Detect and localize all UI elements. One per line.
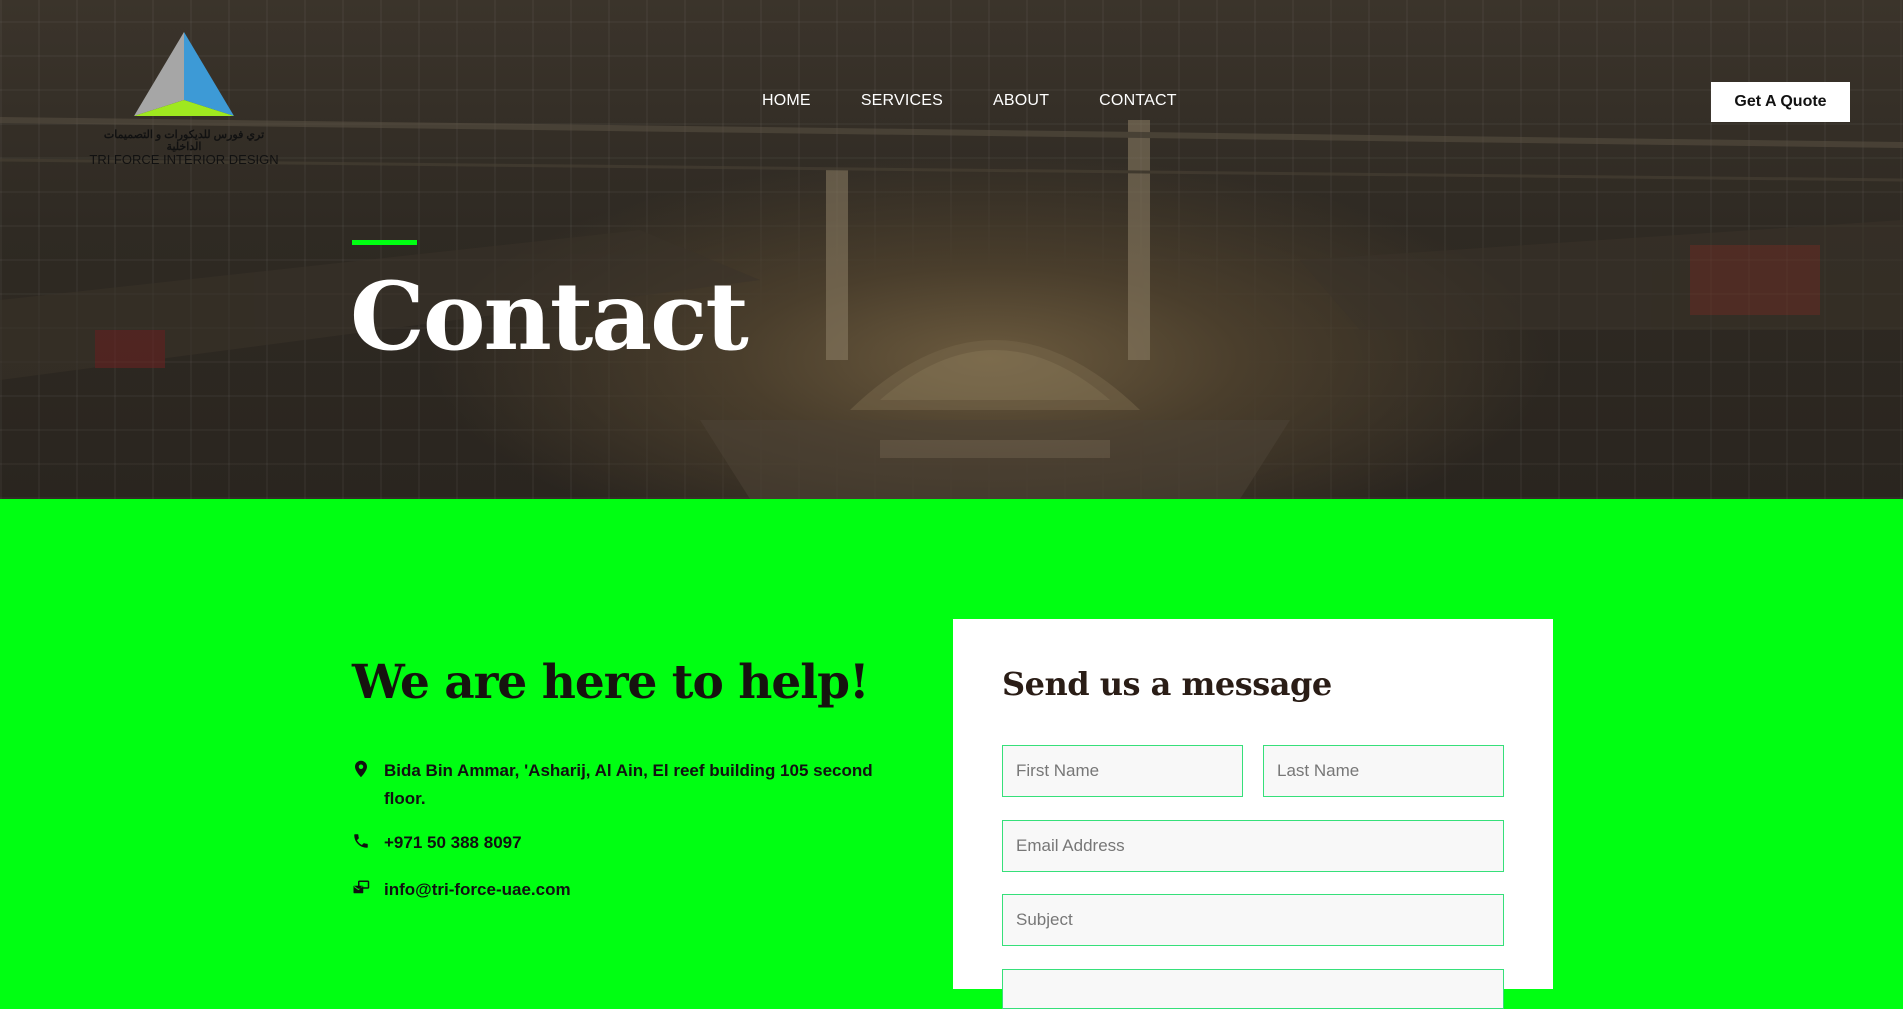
contact-heading: We are here to help! bbox=[352, 655, 870, 710]
message-textarea[interactable] bbox=[1002, 969, 1504, 1009]
subject-input[interactable] bbox=[1002, 894, 1504, 946]
phone-row: +971 50 388 8097 bbox=[352, 829, 894, 857]
nav-item-services[interactable]: SERVICES bbox=[861, 92, 943, 110]
email-input[interactable] bbox=[1002, 820, 1504, 872]
nav-item-home[interactable]: HOME bbox=[762, 92, 811, 110]
email-row: info@tri-force-uae.com bbox=[352, 876, 894, 904]
phone-icon bbox=[354, 834, 368, 848]
address-text: Bida Bin Ammar, 'Asharij, Al Ain, El ree… bbox=[384, 761, 873, 808]
get-a-quote-button[interactable]: Get A Quote bbox=[1711, 82, 1850, 122]
form-title: Send us a message bbox=[1002, 665, 1332, 703]
title-accent-line bbox=[352, 240, 417, 245]
logo-tagline: تري فورس للديكورات و التصميمات الداخلية … bbox=[86, 129, 282, 168]
contact-form-card: Send us a message bbox=[953, 619, 1553, 1009]
logo-company-name: TRI FORCE INTERIOR DESIGN bbox=[89, 152, 279, 168]
phone-text[interactable]: +971 50 388 8097 bbox=[384, 829, 894, 857]
location-pin-icon bbox=[355, 760, 367, 778]
email-icon bbox=[353, 880, 370, 894]
nav-item-contact[interactable]: CONTACT bbox=[1099, 92, 1177, 110]
triangle-logo-icon bbox=[134, 32, 234, 116]
page-title: Contact bbox=[350, 262, 749, 372]
logo-arabic-text: تري فورس للديكورات و التصميمات الداخلية bbox=[103, 129, 265, 153]
hero-banner: تري فورس للديكورات و التصميمات الداخلية … bbox=[0, 0, 1903, 499]
main-nav: HOME SERVICES ABOUT CONTACT bbox=[762, 92, 1227, 110]
brand-logo[interactable]: تري فورس للديكورات و التصميمات الداخلية … bbox=[86, 30, 282, 166]
email-text[interactable]: info@tri-force-uae.com bbox=[384, 876, 894, 904]
first-name-input[interactable] bbox=[1002, 745, 1243, 797]
address-row: Bida Bin Ammar, 'Asharij, Al Ain, El ree… bbox=[352, 757, 894, 813]
hero-background-image bbox=[0, 117, 1903, 499]
nav-item-about[interactable]: ABOUT bbox=[993, 92, 1049, 110]
last-name-input[interactable] bbox=[1263, 745, 1504, 797]
